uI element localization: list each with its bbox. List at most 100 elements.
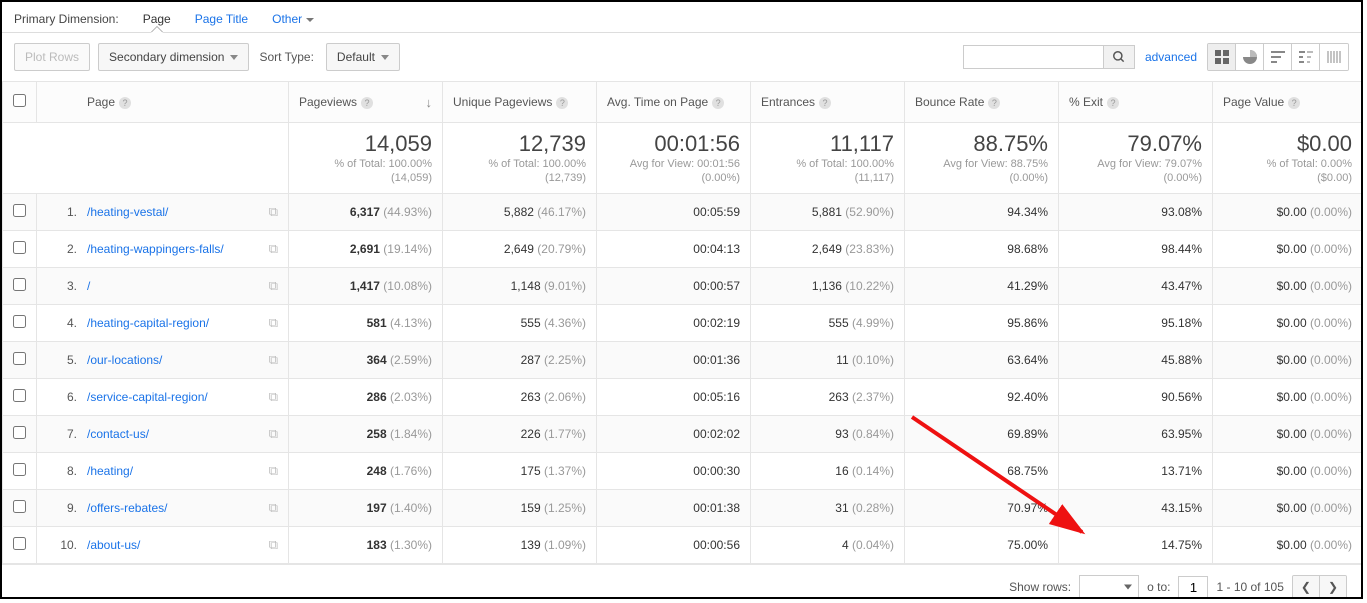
chevron-left-icon: ❮ — [1301, 580, 1311, 594]
page-value-value: $0.00 — [1277, 242, 1307, 256]
goto-label: o to: — [1147, 580, 1170, 594]
header-row: Page? Pageviews? Unique Pageviews? Avg. … — [3, 82, 1363, 123]
table-row: 5./our-locations/⧉364 (2.59%)287 (2.25%)… — [3, 342, 1363, 379]
page-link[interactable]: /about-us/ — [87, 538, 140, 552]
show-rows-dropdown[interactable]: 10 ✓10 25 50 — [1079, 575, 1139, 599]
help-icon[interactable]: ? — [119, 97, 131, 109]
page-value-value: $0.00 — [1277, 316, 1307, 330]
help-icon[interactable]: ? — [556, 97, 568, 109]
help-icon[interactable]: ? — [712, 97, 724, 109]
row-checkbox[interactable] — [13, 537, 26, 550]
select-all-checkbox[interactable] — [13, 94, 26, 107]
prev-page-button[interactable]: ❮ — [1293, 576, 1320, 598]
external-link-icon[interactable]: ⧉ — [269, 500, 278, 516]
external-link-icon[interactable]: ⧉ — [269, 352, 278, 368]
row-checkbox[interactable] — [13, 241, 26, 254]
bounce-rate-value: 95.86% — [1007, 316, 1048, 330]
view-pie-button[interactable] — [1236, 44, 1264, 70]
help-icon[interactable]: ? — [1288, 97, 1300, 109]
row-checkbox[interactable] — [13, 463, 26, 476]
row-checkbox[interactable] — [13, 500, 26, 513]
page-link[interactable]: /contact-us/ — [87, 427, 149, 441]
row-index: 5. — [47, 353, 77, 367]
bounce-rate-value: 63.64% — [1007, 353, 1048, 367]
help-icon[interactable]: ? — [819, 97, 831, 109]
help-icon[interactable]: ? — [361, 97, 373, 109]
row-checkbox[interactable] — [13, 426, 26, 439]
pageviews-value: 581 — [367, 316, 387, 330]
avg-time-value: 00:01:36 — [693, 353, 740, 367]
row-checkbox[interactable] — [13, 389, 26, 402]
plot-rows-button[interactable]: Plot Rows — [14, 43, 90, 71]
unique-pageviews-value: 1,148 — [511, 279, 541, 293]
search-icon — [1112, 50, 1126, 64]
help-icon[interactable]: ? — [1107, 97, 1119, 109]
col-avg-time[interactable]: Avg. Time on Page? — [597, 82, 751, 123]
page-value-value: $0.00 — [1277, 279, 1307, 293]
entrances-value: 1,136 — [812, 279, 842, 293]
search-button[interactable] — [1103, 45, 1135, 69]
page-link[interactable]: /our-locations/ — [87, 353, 162, 367]
avg-time-value: 00:05:16 — [693, 390, 740, 404]
external-link-icon[interactable]: ⧉ — [269, 463, 278, 479]
page-value-value: $0.00 — [1277, 205, 1307, 219]
exit-value: 95.18% — [1161, 316, 1202, 330]
dimension-tab-other[interactable]: Other — [260, 6, 326, 32]
page-link[interactable]: /heating-wappingers-falls/ — [87, 242, 224, 256]
page-link[interactable]: / — [87, 279, 90, 293]
col-entrances[interactable]: Entrances? — [751, 82, 905, 123]
advanced-link[interactable]: advanced — [1145, 50, 1197, 64]
page-value-value: $0.00 — [1277, 427, 1307, 441]
page-link[interactable]: /service-capital-region/ — [87, 390, 208, 404]
unique-pageviews-value: 555 — [521, 316, 541, 330]
entrances-value: 4 — [842, 538, 849, 552]
external-link-icon[interactable]: ⧉ — [269, 315, 278, 331]
row-index: 10. — [47, 538, 77, 552]
sort-type-dropdown[interactable]: Default — [326, 43, 400, 71]
table-row: 7./contact-us/⧉258 (1.84%)226 (1.77%)00:… — [3, 416, 1363, 453]
help-icon[interactable]: ? — [988, 97, 1000, 109]
page-value-value: $0.00 — [1277, 390, 1307, 404]
external-link-icon[interactable]: ⧉ — [269, 537, 278, 553]
col-bounce-rate[interactable]: Bounce Rate? — [905, 82, 1059, 123]
external-link-icon[interactable]: ⧉ — [269, 389, 278, 405]
dimension-tab-page[interactable]: Page — [131, 6, 183, 32]
view-table-button[interactable] — [1208, 44, 1236, 70]
row-checkbox[interactable] — [13, 204, 26, 217]
page-link[interactable]: /offers-rebates/ — [87, 501, 167, 515]
primary-dimension-label: Primary Dimension: — [14, 12, 119, 26]
avg-time-value: 00:02:02 — [693, 427, 740, 441]
goto-input[interactable] — [1178, 576, 1208, 599]
page-link[interactable]: /heating/ — [87, 464, 133, 478]
col-page[interactable]: Page? — [37, 82, 289, 123]
col-pct-exit[interactable]: % Exit? — [1059, 82, 1213, 123]
next-page-button[interactable]: ❯ — [1320, 576, 1346, 598]
pageviews-value: 183 — [367, 538, 387, 552]
page-link[interactable]: /heating-vestal/ — [87, 205, 168, 219]
search-input[interactable] — [963, 45, 1103, 69]
avg-time-value: 00:01:38 — [693, 501, 740, 515]
page-link[interactable]: /heating-capital-region/ — [87, 316, 209, 330]
external-link-icon[interactable]: ⧉ — [269, 204, 278, 220]
page-range: 1 - 10 of 105 — [1216, 580, 1283, 594]
col-unique-pageviews[interactable]: Unique Pageviews? — [443, 82, 597, 123]
dimension-tab-page-title[interactable]: Page Title — [183, 6, 260, 32]
view-comparison-button[interactable] — [1292, 44, 1320, 70]
external-link-icon[interactable]: ⧉ — [269, 241, 278, 257]
col-pageviews[interactable]: Pageviews? — [289, 82, 443, 123]
row-index: 1. — [47, 205, 77, 219]
exit-value: 43.47% — [1161, 279, 1202, 293]
row-checkbox[interactable] — [13, 315, 26, 328]
col-page-value[interactable]: Page Value? — [1213, 82, 1363, 123]
exit-value: 14.75% — [1161, 538, 1202, 552]
row-checkbox[interactable] — [13, 352, 26, 365]
secondary-dimension-dropdown[interactable]: Secondary dimension — [98, 43, 249, 71]
view-bar-button[interactable] — [1264, 44, 1292, 70]
show-rows-popup: ✓10 25 50 — [1079, 598, 1139, 599]
external-link-icon[interactable]: ⧉ — [269, 426, 278, 442]
row-checkbox[interactable] — [13, 278, 26, 291]
table-icon — [1214, 49, 1230, 65]
external-link-icon[interactable]: ⧉ — [269, 278, 278, 294]
pageviews-value: 364 — [367, 353, 387, 367]
view-pivot-button[interactable] — [1320, 44, 1348, 70]
